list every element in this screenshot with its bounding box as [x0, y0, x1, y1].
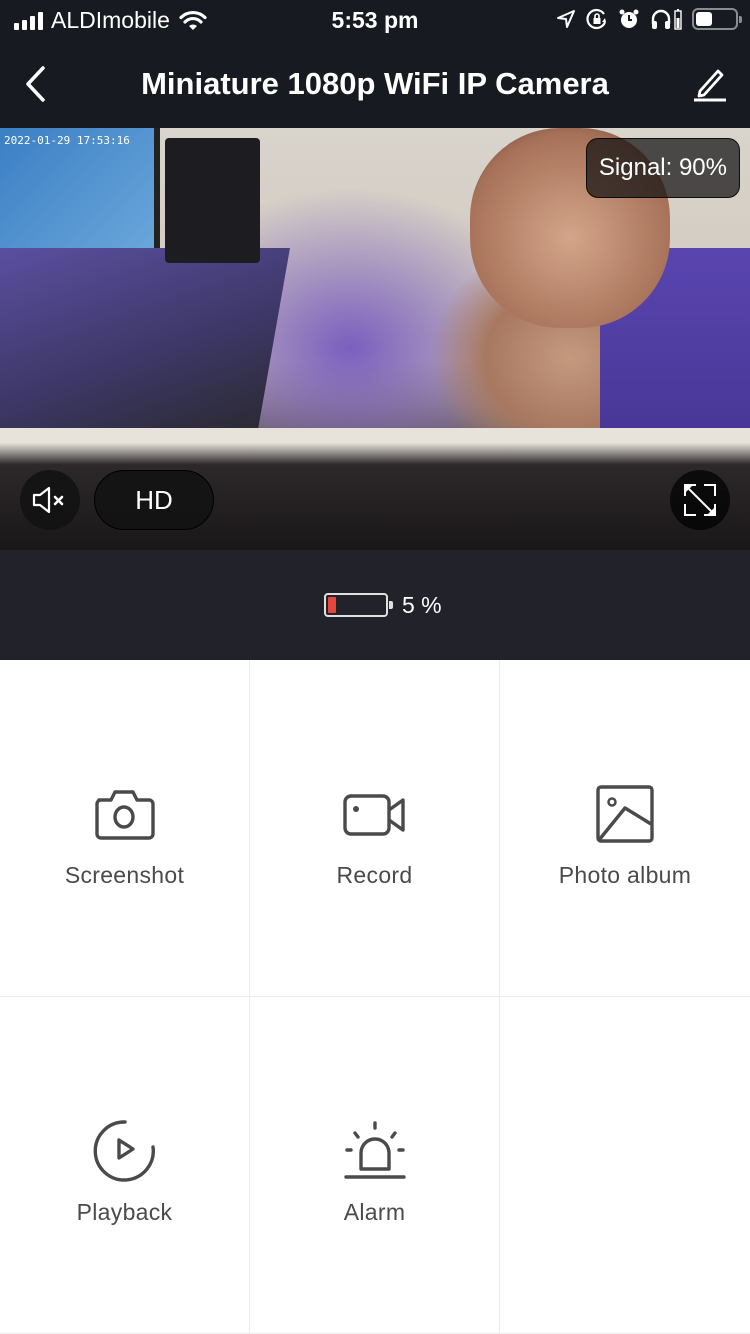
- empty-grid-cell: [500, 997, 750, 1334]
- screenshot-button[interactable]: Screenshot: [0, 660, 250, 997]
- location-arrow-icon: [557, 10, 575, 28]
- headphones-icon: [651, 9, 671, 29]
- page-title: Miniature 1080p WiFi IP Camera: [141, 66, 609, 101]
- status-right: [556, 8, 742, 30]
- navigation-bar: Miniature 1080p WiFi IP Camera: [0, 42, 750, 128]
- headphone-battery-icon: [674, 9, 682, 30]
- camera-battery-level: 5 %: [402, 592, 442, 618]
- fullscreen-button[interactable]: [670, 470, 730, 530]
- edit-button[interactable]: [692, 64, 728, 104]
- action-grid: Screenshot Record Photo album Playback A…: [0, 660, 750, 1334]
- signal-strength-badge: Signal: 90%: [585, 138, 740, 198]
- camera-battery-icon: [324, 593, 393, 617]
- battery-icon: [692, 8, 742, 30]
- mute-button[interactable]: [20, 470, 80, 530]
- alarm-label: Alarm: [343, 1199, 406, 1225]
- video-scene-keyboard: [0, 248, 291, 428]
- video-scene-laptop: [0, 128, 160, 258]
- photo-album-label: Photo album: [558, 862, 692, 888]
- speaker-muted-icon: [32, 486, 64, 514]
- orientation-lock-icon: [586, 8, 607, 30]
- image-icon: [593, 782, 657, 846]
- video-camera-icon: [342, 782, 407, 846]
- live-video-feed[interactable]: 2022-01-29 17:53:16 Signal: 90% HD: [0, 128, 750, 550]
- pencil-icon: [694, 69, 726, 102]
- expand-icon: [684, 484, 716, 516]
- record-label: Record: [336, 862, 413, 888]
- photo-album-button[interactable]: Photo album: [500, 660, 750, 997]
- playback-icon: [93, 1119, 157, 1183]
- quality-toggle-button[interactable]: HD: [94, 470, 214, 530]
- screenshot-label: Screenshot: [64, 862, 185, 888]
- playback-button[interactable]: Playback: [0, 997, 250, 1334]
- siren-icon: [343, 1119, 407, 1183]
- video-scene-speaker: [165, 138, 260, 263]
- camera-battery-fill: [328, 597, 337, 613]
- status-bar: ALDImobile 5:53 pm: [0, 0, 750, 42]
- playback-label: Playback: [76, 1199, 173, 1225]
- record-button[interactable]: Record: [250, 660, 500, 997]
- camera-icon: [93, 782, 157, 846]
- camera-battery-strip: 5 %: [0, 550, 750, 660]
- video-timestamp: 2022-01-29 17:53:16: [4, 134, 130, 147]
- alarm-button[interactable]: Alarm: [250, 997, 500, 1334]
- alarm-clock-icon: [619, 9, 639, 28]
